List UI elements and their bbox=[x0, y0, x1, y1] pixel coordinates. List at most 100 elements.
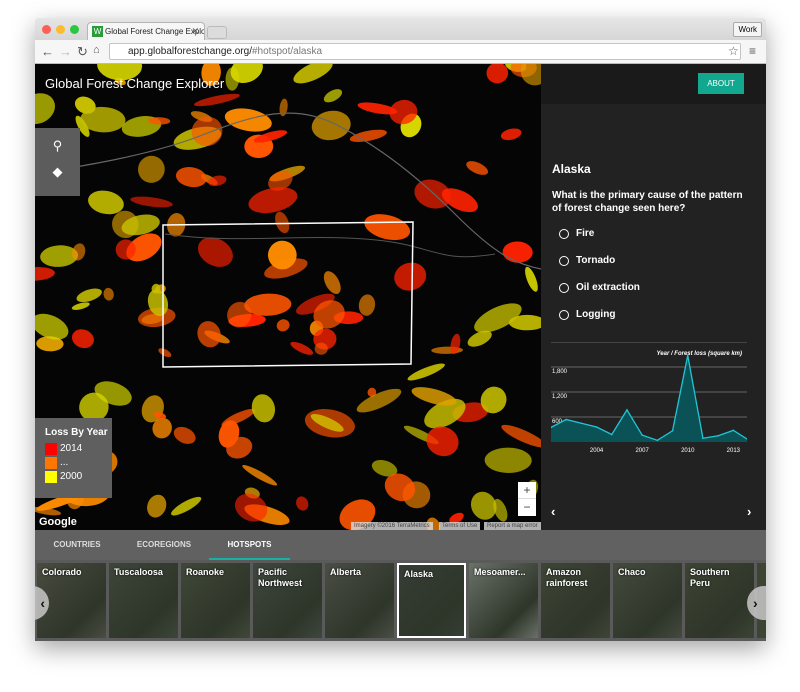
forward-icon[interactable]: → bbox=[59, 44, 72, 59]
map-tools: ⚲ ◆ bbox=[35, 128, 80, 196]
data-point bbox=[702, 437, 704, 440]
panel-header: ABOUT bbox=[541, 64, 766, 104]
menu-icon[interactable]: ≡ bbox=[749, 44, 756, 58]
radio-icon[interactable] bbox=[559, 309, 569, 320]
x-tick-label: 2007 bbox=[635, 448, 649, 454]
legend-title: Loss By Year bbox=[45, 427, 108, 438]
legend-swatch bbox=[45, 442, 57, 455]
url-host: app.globalforestchange.org/ bbox=[128, 46, 252, 57]
data-point bbox=[565, 418, 567, 421]
tab-ecoregions[interactable]: ECOREGIONS bbox=[119, 530, 209, 560]
hotspot-mesoamer[interactable]: Mesoamer... bbox=[469, 563, 538, 638]
legend-label: 2000 bbox=[60, 471, 83, 482]
radio-icon[interactable] bbox=[559, 228, 569, 239]
hotspot-carousel: Colorado Tuscaloosa Roanoke Pacific Northwe… bbox=[35, 560, 766, 641]
option-label: Oil extraction bbox=[576, 282, 640, 293]
legend-item: 2014 bbox=[45, 442, 112, 455]
maximize-window-button[interactable] bbox=[70, 25, 79, 34]
forest-loss-chart: Year / Forest loss (square km) 6001,2001… bbox=[551, 342, 747, 454]
hotspot-label: Amazon rainforest bbox=[546, 567, 588, 588]
x-tick-label: 2013 bbox=[727, 448, 741, 454]
zoom-in-button[interactable]: + bbox=[518, 482, 536, 499]
hotspot-label: Mesoamer... bbox=[474, 567, 526, 577]
chart-area bbox=[551, 355, 747, 442]
url-input[interactable]: app.globalforestchange.org/#hotspot/alas… bbox=[109, 43, 741, 60]
hotspot-label: Colorado bbox=[42, 567, 82, 577]
option-oil-extraction[interactable]: Oil extraction bbox=[559, 282, 640, 293]
hotspot-pacific-northwest[interactable]: Pacific Northwest bbox=[253, 563, 322, 638]
hotspot-tuscaloosa[interactable]: Tuscaloosa bbox=[109, 563, 178, 638]
hotspot-alaska[interactable]: Alaska bbox=[397, 563, 466, 638]
option-label: Logging bbox=[576, 309, 616, 320]
hotspot-label: Roanoke bbox=[186, 567, 225, 577]
legend-item: 2000 bbox=[45, 470, 112, 483]
data-point bbox=[732, 429, 735, 432]
new-tab-button[interactable] bbox=[207, 26, 227, 39]
home-icon[interactable]: ⌂ bbox=[93, 44, 100, 56]
chart-title: Year / Forest loss (square km) bbox=[657, 351, 742, 357]
quiz-question: What is the primary cause of the pattern… bbox=[552, 190, 743, 214]
hotspot-chaco[interactable]: Chaco bbox=[613, 563, 682, 638]
search-icon[interactable]: ⚲ bbox=[35, 138, 80, 154]
hotspot-amazon-rainforest[interactable]: Amazon rainforest bbox=[541, 563, 610, 638]
zoom-control: + − bbox=[518, 482, 536, 516]
hotspot-label: Chaco bbox=[618, 567, 646, 577]
hotspot-southern-peru[interactable]: Southern Peru bbox=[685, 563, 754, 638]
hotspot-roanoke[interactable]: Roanoke bbox=[181, 563, 250, 638]
minimize-window-button[interactable] bbox=[56, 25, 65, 34]
zoom-out-button[interactable]: − bbox=[518, 499, 536, 515]
terms-link[interactable]: Terms of Use bbox=[439, 522, 481, 530]
map-legend: Loss By Year 2014 ... 2000 bbox=[35, 418, 112, 498]
hotspot-label: Southern Peru bbox=[690, 567, 730, 588]
option-tornado[interactable]: Tornado bbox=[559, 255, 615, 266]
region-title: Alaska bbox=[552, 162, 591, 176]
url-path: #hotspot/alaska bbox=[251, 46, 323, 57]
browser-window: W Global Forest Change Explo ✕ Work ← → … bbox=[35, 18, 766, 641]
legend-label: ... bbox=[60, 457, 69, 468]
tab-title: Global Forest Change Explo bbox=[105, 27, 205, 36]
hotspot-label: Pacific Northwest bbox=[258, 567, 303, 588]
legend-item: ... bbox=[45, 456, 112, 469]
reload-icon[interactable]: ↻ bbox=[77, 44, 88, 60]
data-point bbox=[656, 439, 659, 442]
tab-hotspots[interactable]: HOTSPOTS bbox=[209, 530, 290, 560]
data-point bbox=[641, 434, 643, 436]
hotspot-label: Alberta bbox=[330, 567, 362, 577]
about-button[interactable]: ABOUT bbox=[698, 73, 744, 94]
hotspot-alberta[interactable]: Alberta bbox=[325, 563, 394, 638]
imagery-attribution: Imagery ©2016 TerraMetrics bbox=[351, 522, 433, 530]
legend-label: 2014 bbox=[60, 443, 83, 454]
back-icon[interactable]: ← bbox=[41, 44, 54, 59]
next-arrow-icon[interactable]: › bbox=[747, 504, 751, 519]
bookmark-star-icon[interactable]: ☆ bbox=[728, 44, 739, 58]
radio-icon[interactable] bbox=[559, 255, 569, 266]
radio-icon[interactable] bbox=[559, 282, 569, 293]
hotspot-label: Alaska bbox=[404, 569, 434, 579]
data-point bbox=[626, 409, 628, 411]
category-tabs: COUNTRIES ECOREGIONS HOTSPOTS bbox=[35, 530, 766, 560]
hotspot-label: Tuscaloosa bbox=[114, 567, 163, 577]
close-tab-icon[interactable]: ✕ bbox=[191, 26, 199, 37]
app-title: Global Forest Change Explorer bbox=[45, 76, 225, 91]
profile-button[interactable]: Work bbox=[733, 22, 762, 37]
x-tick-label: 2004 bbox=[590, 448, 604, 454]
data-point bbox=[717, 434, 719, 437]
favicon-icon: W bbox=[92, 26, 103, 37]
prev-arrow-icon[interactable]: ‹ bbox=[551, 504, 555, 519]
option-label: Tornado bbox=[576, 255, 616, 266]
tab-countries[interactable]: COUNTRIES bbox=[35, 530, 119, 560]
close-window-button[interactable] bbox=[42, 25, 51, 34]
report-error-link[interactable]: Report a map error bbox=[484, 522, 541, 530]
map[interactable]: Global Forest Change Explorer ⚲ ◆ Loss B… bbox=[35, 64, 541, 530]
address-bar: ← → ↻ ⌂ app.globalforestchange.org/#hots… bbox=[35, 40, 766, 64]
browser-tab[interactable]: W Global Forest Change Explo ✕ bbox=[87, 22, 205, 41]
option-fire[interactable]: Fire bbox=[559, 228, 594, 239]
data-point bbox=[580, 422, 583, 425]
data-point bbox=[671, 429, 674, 432]
data-point bbox=[610, 433, 613, 436]
y-tick-label: 1,800 bbox=[552, 369, 568, 375]
side-panel: ABOUT Alaska What is the primary cause o… bbox=[541, 64, 766, 530]
y-tick-label: 1,200 bbox=[552, 394, 568, 400]
option-logging[interactable]: Logging bbox=[559, 309, 615, 320]
layers-icon[interactable]: ◆ bbox=[35, 164, 80, 180]
